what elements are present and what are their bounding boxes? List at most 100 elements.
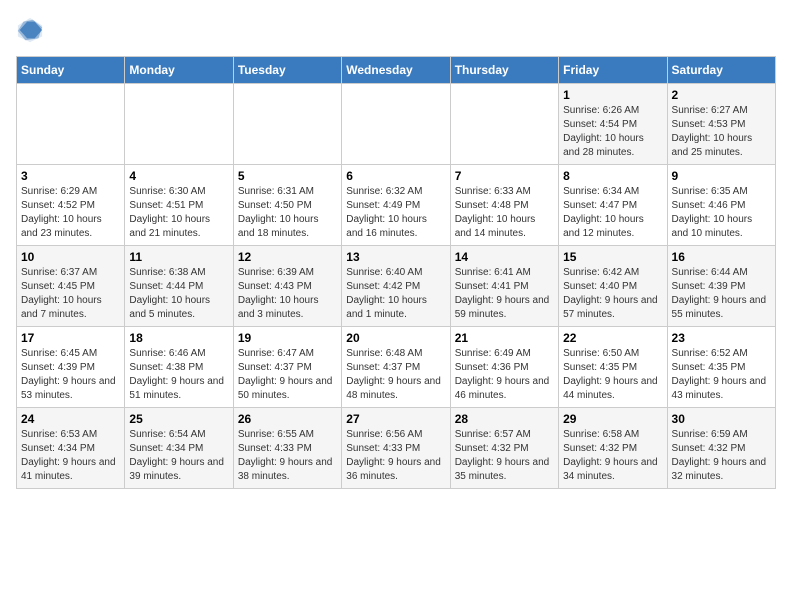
day-info: Sunrise: 6:50 AM Sunset: 4:35 PM Dayligh… [563, 347, 662, 403]
day-info: Sunrise: 6:47 AM Sunset: 4:37 PM Dayligh… [238, 347, 337, 403]
page-header [16, 16, 776, 44]
day-cell: 2 Sunrise: 6:27 AM Sunset: 4:53 PM Daylig… [667, 84, 775, 165]
day-info: Sunrise: 6:49 AM Sunset: 4:36 PM Dayligh… [455, 347, 554, 403]
week-row-4: 17 Sunrise: 6:45 AM Sunset: 4:39 PM Dayli… [17, 327, 776, 408]
day-cell [17, 84, 125, 165]
day-info: Sunrise: 6:29 AM Sunset: 4:52 PM Dayligh… [21, 185, 120, 241]
day-info: Sunrise: 6:27 AM Sunset: 4:53 PM Dayligh… [672, 104, 771, 160]
day-number: 24 [21, 412, 120, 426]
weekday-header-row: SundayMondayTuesdayWednesdayThursdayFrid… [17, 57, 776, 84]
day-number: 11 [129, 250, 228, 264]
day-info: Sunrise: 6:52 AM Sunset: 4:35 PM Dayligh… [672, 347, 771, 403]
day-info: Sunrise: 6:39 AM Sunset: 4:43 PM Dayligh… [238, 266, 337, 322]
day-info: Sunrise: 6:41 AM Sunset: 4:41 PM Dayligh… [455, 266, 554, 322]
day-cell: 19 Sunrise: 6:47 AM Sunset: 4:37 PM Dayli… [233, 327, 341, 408]
day-number: 6 [346, 169, 445, 183]
day-info: Sunrise: 6:45 AM Sunset: 4:39 PM Dayligh… [21, 347, 120, 403]
day-info: Sunrise: 6:58 AM Sunset: 4:32 PM Dayligh… [563, 428, 662, 484]
day-info: Sunrise: 6:46 AM Sunset: 4:38 PM Dayligh… [129, 347, 228, 403]
day-info: Sunrise: 6:54 AM Sunset: 4:34 PM Dayligh… [129, 428, 228, 484]
day-cell: 18 Sunrise: 6:46 AM Sunset: 4:38 PM Dayli… [125, 327, 233, 408]
day-number: 14 [455, 250, 554, 264]
weekday-tuesday: Tuesday [233, 57, 341, 84]
day-number: 18 [129, 331, 228, 345]
day-info: Sunrise: 6:53 AM Sunset: 4:34 PM Dayligh… [21, 428, 120, 484]
logo [16, 16, 48, 44]
day-cell: 28 Sunrise: 6:57 AM Sunset: 4:32 PM Dayli… [450, 408, 558, 489]
day-number: 1 [563, 88, 662, 102]
day-cell: 30 Sunrise: 6:59 AM Sunset: 4:32 PM Dayli… [667, 408, 775, 489]
week-row-5: 24 Sunrise: 6:53 AM Sunset: 4:34 PM Dayli… [17, 408, 776, 489]
day-number: 15 [563, 250, 662, 264]
day-number: 4 [129, 169, 228, 183]
day-cell: 27Sunrise: 6:56 AM Sunset: 4:33 PM Dayli… [342, 408, 450, 489]
day-number: 28 [455, 412, 554, 426]
day-number: 20 [346, 331, 445, 345]
day-cell: 25Sunrise: 6:54 AM Sunset: 4:34 PM Dayli… [125, 408, 233, 489]
day-number: 8 [563, 169, 662, 183]
week-row-1: 1 Sunrise: 6:26 AM Sunset: 4:54 PM Daylig… [17, 84, 776, 165]
weekday-thursday: Thursday [450, 57, 558, 84]
calendar-body: 1 Sunrise: 6:26 AM Sunset: 4:54 PM Daylig… [17, 84, 776, 489]
day-number: 7 [455, 169, 554, 183]
day-cell: 5Sunrise: 6:31 AM Sunset: 4:50 PM Daylig… [233, 165, 341, 246]
day-info: Sunrise: 6:30 AM Sunset: 4:51 PM Dayligh… [129, 185, 228, 241]
day-cell [450, 84, 558, 165]
day-info: Sunrise: 6:55 AM Sunset: 4:33 PM Dayligh… [238, 428, 337, 484]
weekday-saturday: Saturday [667, 57, 775, 84]
day-cell [233, 84, 341, 165]
day-info: Sunrise: 6:42 AM Sunset: 4:40 PM Dayligh… [563, 266, 662, 322]
day-info: Sunrise: 6:32 AM Sunset: 4:49 PM Dayligh… [346, 185, 445, 241]
day-cell: 7 Sunrise: 6:33 AM Sunset: 4:48 PM Daylig… [450, 165, 558, 246]
day-cell: 24 Sunrise: 6:53 AM Sunset: 4:34 PM Dayli… [17, 408, 125, 489]
weekday-wednesday: Wednesday [342, 57, 450, 84]
day-number: 22 [563, 331, 662, 345]
day-number: 16 [672, 250, 771, 264]
weekday-friday: Friday [559, 57, 667, 84]
day-number: 12 [238, 250, 337, 264]
day-cell: 26 Sunrise: 6:55 AM Sunset: 4:33 PM Dayli… [233, 408, 341, 489]
day-cell: 21 Sunrise: 6:49 AM Sunset: 4:36 PM Dayli… [450, 327, 558, 408]
day-info: Sunrise: 6:33 AM Sunset: 4:48 PM Dayligh… [455, 185, 554, 241]
day-info: Sunrise: 6:26 AM Sunset: 4:54 PM Dayligh… [563, 104, 662, 160]
day-cell: 11 Sunrise: 6:38 AM Sunset: 4:44 PM Dayli… [125, 246, 233, 327]
day-info: Sunrise: 6:40 AM Sunset: 4:42 PM Dayligh… [346, 266, 445, 322]
day-info: Sunrise: 6:37 AM Sunset: 4:45 PM Dayligh… [21, 266, 120, 322]
week-row-2: 3 Sunrise: 6:29 AM Sunset: 4:52 PM Daylig… [17, 165, 776, 246]
day-number: 21 [455, 331, 554, 345]
day-number: 17 [21, 331, 120, 345]
weekday-sunday: Sunday [17, 57, 125, 84]
day-cell: 3 Sunrise: 6:29 AM Sunset: 4:52 PM Daylig… [17, 165, 125, 246]
day-number: 3 [21, 169, 120, 183]
day-cell: 14 Sunrise: 6:41 AM Sunset: 4:41 PM Dayli… [450, 246, 558, 327]
weekday-monday: Monday [125, 57, 233, 84]
day-cell: 23 Sunrise: 6:52 AM Sunset: 4:35 PM Dayli… [667, 327, 775, 408]
day-cell: 4 Sunrise: 6:30 AM Sunset: 4:51 PM Daylig… [125, 165, 233, 246]
day-cell: 6 Sunrise: 6:32 AM Sunset: 4:49 PM Daylig… [342, 165, 450, 246]
day-cell [342, 84, 450, 165]
logo-icon [16, 16, 44, 44]
day-cell: 16Sunrise: 6:44 AM Sunset: 4:39 PM Dayli… [667, 246, 775, 327]
day-number: 29 [563, 412, 662, 426]
day-number: 19 [238, 331, 337, 345]
week-row-3: 10Sunrise: 6:37 AM Sunset: 4:45 PM Dayli… [17, 246, 776, 327]
day-info: Sunrise: 6:57 AM Sunset: 4:32 PM Dayligh… [455, 428, 554, 484]
day-info: Sunrise: 6:38 AM Sunset: 4:44 PM Dayligh… [129, 266, 228, 322]
day-number: 13 [346, 250, 445, 264]
day-number: 30 [672, 412, 771, 426]
day-info: Sunrise: 6:34 AM Sunset: 4:47 PM Dayligh… [563, 185, 662, 241]
day-cell: 12 Sunrise: 6:39 AM Sunset: 4:43 PM Dayli… [233, 246, 341, 327]
day-number: 23 [672, 331, 771, 345]
day-cell: 17 Sunrise: 6:45 AM Sunset: 4:39 PM Dayli… [17, 327, 125, 408]
day-info: Sunrise: 6:59 AM Sunset: 4:32 PM Dayligh… [672, 428, 771, 484]
day-number: 26 [238, 412, 337, 426]
day-number: 2 [672, 88, 771, 102]
day-cell: 15 Sunrise: 6:42 AM Sunset: 4:40 PM Dayli… [559, 246, 667, 327]
day-info: Sunrise: 6:35 AM Sunset: 4:46 PM Dayligh… [672, 185, 771, 241]
day-cell: 9Sunrise: 6:35 AM Sunset: 4:46 PM Daylig… [667, 165, 775, 246]
day-cell: 1 Sunrise: 6:26 AM Sunset: 4:54 PM Daylig… [559, 84, 667, 165]
day-cell: 8 Sunrise: 6:34 AM Sunset: 4:47 PM Daylig… [559, 165, 667, 246]
day-info: Sunrise: 6:56 AM Sunset: 4:33 PM Dayligh… [346, 428, 445, 484]
day-cell: 13 Sunrise: 6:40 AM Sunset: 4:42 PM Dayli… [342, 246, 450, 327]
day-cell: 10Sunrise: 6:37 AM Sunset: 4:45 PM Dayli… [17, 246, 125, 327]
